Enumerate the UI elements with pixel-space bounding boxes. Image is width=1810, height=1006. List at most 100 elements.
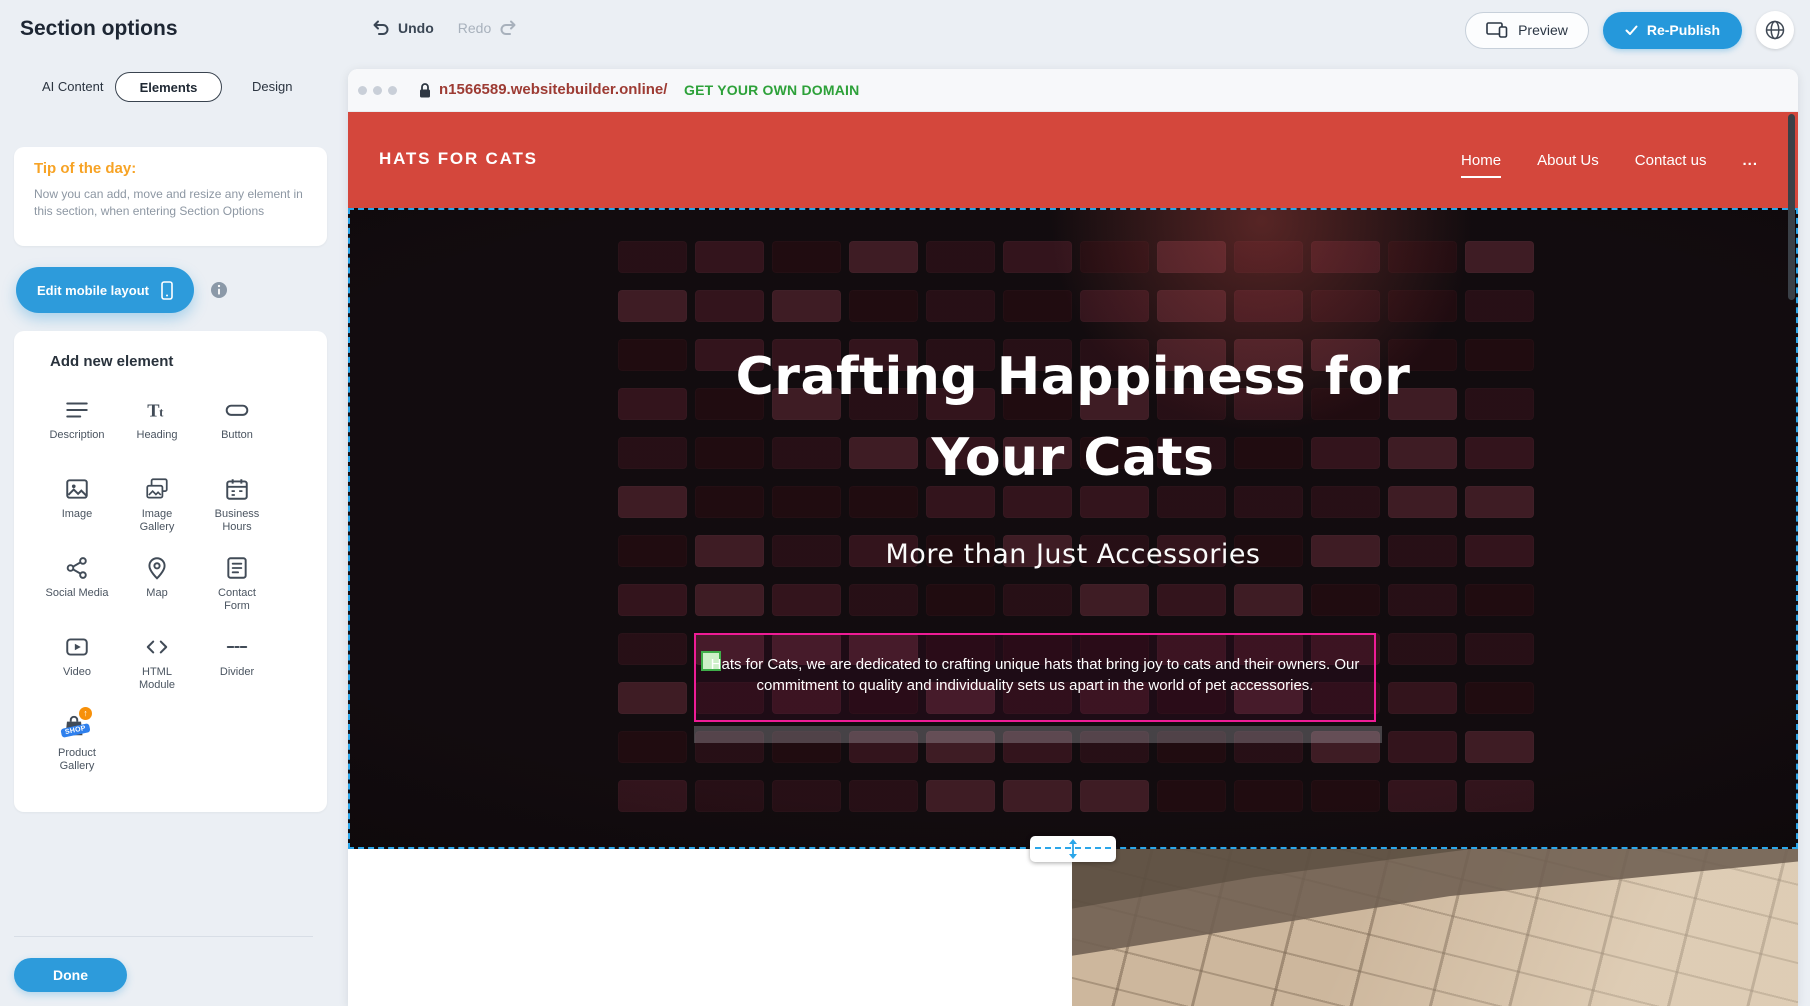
history-controls: Undo Redo (372, 19, 517, 36)
element-item-video[interactable]: Video (37, 626, 117, 705)
element-item-image[interactable]: Image (37, 468, 117, 547)
element-shadow-band (694, 726, 1382, 743)
share-icon (64, 555, 90, 581)
hero-tile (1465, 584, 1534, 616)
calendar-icon (224, 476, 250, 502)
nav-more-button[interactable]: ... (1742, 152, 1758, 169)
hero-tile (772, 584, 841, 616)
republish-label: Re-Publish (1647, 22, 1720, 38)
text-lines-icon (64, 397, 90, 423)
button-icon (224, 397, 250, 423)
element-item-image-gallery[interactable]: Image Gallery (117, 468, 197, 547)
hero-tile (849, 584, 918, 616)
element-label: Business Hours (204, 508, 270, 534)
nav-item-about[interactable]: About Us (1537, 152, 1599, 169)
done-button[interactable]: Done (14, 958, 127, 992)
element-label: Divider (220, 666, 254, 679)
video-icon (64, 634, 90, 660)
form-icon (224, 555, 250, 581)
element-item-divider[interactable]: Divider (197, 626, 277, 705)
element-item-social-media[interactable]: Social Media (37, 547, 117, 626)
tab-design[interactable]: Design (252, 79, 292, 94)
nav-item-contact[interactable]: Contact us (1635, 152, 1707, 169)
hero-tile (1311, 584, 1380, 616)
check-icon (1625, 25, 1638, 36)
hero-tile (695, 584, 764, 616)
hero-title-line1: Crafting Happiness for (348, 337, 1798, 418)
hero-tile (1388, 731, 1457, 763)
element-label: Button (221, 429, 253, 442)
hero-tile (1157, 290, 1226, 322)
undo-button[interactable]: Undo (372, 19, 434, 36)
hero-tile (772, 241, 841, 273)
hero-tile (618, 290, 687, 322)
element-label: Video (63, 666, 91, 679)
hero-tile (1388, 241, 1457, 273)
element-item-business-hours[interactable]: Business Hours (197, 468, 277, 547)
element-label: Product Gallery (44, 747, 110, 773)
nav-item-home[interactable]: Home (1461, 152, 1501, 169)
edit-mobile-layout-button[interactable]: Edit mobile layout (16, 267, 194, 313)
hero-tile (1157, 780, 1226, 812)
hero-tile (1157, 584, 1226, 616)
preview-label: Preview (1518, 22, 1568, 38)
hero-tile (618, 633, 687, 665)
hero-tile (849, 290, 918, 322)
hero-section[interactable]: Crafting Happiness for Your Cats More th… (348, 208, 1798, 849)
next-section[interactable] (348, 849, 1798, 1006)
language-globe-button[interactable] (1756, 11, 1794, 49)
hero-tile (926, 290, 995, 322)
hero-tile (1234, 290, 1303, 322)
element-label: Contact Form (204, 587, 270, 613)
sidebar: AI Content Elements Design Tip of the da… (0, 58, 327, 1006)
hero-tile (1080, 290, 1149, 322)
site-logo[interactable]: HATS FOR CATS (379, 149, 538, 169)
hero-tile (695, 780, 764, 812)
window-dot (358, 86, 367, 95)
site-preview-window: n1566589.websitebuilder.online/ GET YOUR… (348, 69, 1798, 1006)
browser-bar: n1566589.websitebuilder.online/ GET YOUR… (348, 69, 1798, 112)
hero-tile (1234, 241, 1303, 273)
preview-button[interactable]: Preview (1465, 12, 1589, 49)
hero-tile (926, 241, 995, 273)
element-item-map[interactable]: Map (117, 547, 197, 626)
add-element-title: Add new element (50, 353, 173, 370)
tip-title: Tip of the day: (34, 160, 136, 177)
sidebar-divider (14, 936, 313, 937)
element-item-product-gallery[interactable]: SHOP ↑ Product Gallery (37, 705, 117, 784)
hero-tile (1465, 633, 1534, 665)
site-header[interactable]: HATS FOR CATS Home About Us Contact us .… (348, 112, 1798, 208)
info-icon[interactable] (210, 281, 228, 299)
hero-tile (1388, 290, 1457, 322)
redo-button[interactable]: Redo (458, 19, 517, 36)
image-icon (64, 476, 90, 502)
svg-text:T: T (147, 401, 159, 421)
text-element-selection[interactable]: Hats for Cats, we are dedicated to craft… (694, 633, 1376, 722)
redo-icon (499, 19, 517, 36)
window-dot (373, 86, 382, 95)
element-item-contact-form[interactable]: Contact Form (197, 547, 277, 626)
hero-tile (849, 780, 918, 812)
devices-icon (1486, 22, 1508, 38)
element-item-html-module[interactable]: HTML Module (117, 626, 197, 705)
hero-tile (1003, 241, 1072, 273)
hero-tile (618, 780, 687, 812)
code-icon (144, 634, 170, 660)
hero-tile (1388, 633, 1457, 665)
hero-tile (1311, 241, 1380, 273)
element-item-button[interactable]: Button (197, 389, 277, 468)
element-item-description[interactable]: Description (37, 389, 117, 468)
tab-elements[interactable]: Elements (115, 72, 222, 102)
scrollbar-thumb[interactable] (1788, 114, 1795, 300)
site-url[interactable]: n1566589.websitebuilder.online/ (439, 81, 667, 98)
hero-tile (1003, 290, 1072, 322)
tab-ai-content[interactable]: AI Content (42, 79, 103, 94)
republish-button[interactable]: Re-Publish (1603, 12, 1742, 49)
hero-body-text[interactable]: Hats for Cats, we are dedicated to craft… (696, 654, 1374, 696)
section-resize-handle[interactable] (1030, 836, 1116, 862)
hero-tile (618, 682, 687, 714)
undo-icon (372, 19, 390, 36)
hero-tile (1080, 780, 1149, 812)
get-domain-link[interactable]: GET YOUR OWN DOMAIN (684, 82, 859, 98)
element-item-heading[interactable]: Tt Heading (117, 389, 197, 468)
